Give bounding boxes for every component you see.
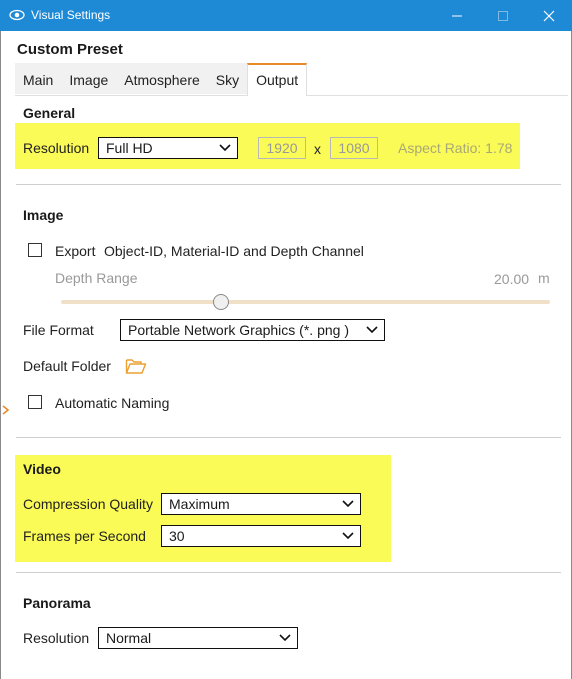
resolution-value: Full HD: [106, 140, 153, 156]
video-heading: Video: [23, 461, 61, 477]
window-title: Visual Settings: [31, 8, 111, 22]
divider: [16, 572, 561, 573]
file-format-label: File Format: [23, 322, 94, 338]
export-checkbox[interactable]: [28, 243, 42, 257]
panorama-heading: Panorama: [23, 595, 91, 611]
panorama-resolution-select[interactable]: Normal: [98, 627, 298, 649]
minimize-icon: [452, 15, 462, 16]
panorama-resolution-value: Normal: [106, 630, 152, 646]
automatic-naming-label: Automatic Naming: [55, 395, 170, 411]
export-label: Export: [55, 243, 96, 259]
chevron-right-icon[interactable]: [2, 405, 10, 415]
image-heading: Image: [23, 207, 64, 223]
file-format-value: Portable Network Graphics (*. png ): [128, 322, 349, 338]
divider: [16, 184, 561, 185]
automatic-naming-checkbox[interactable]: [28, 395, 42, 409]
eye-icon: [9, 9, 25, 21]
tab-bar: Main Image Atmosphere Sky Output: [15, 63, 568, 96]
minimize-button[interactable]: [434, 0, 480, 31]
tab-image[interactable]: Image: [61, 63, 117, 94]
chevron-down-icon: [279, 634, 291, 642]
aspect-ratio-label: Aspect Ratio: 1.78: [398, 140, 513, 156]
tab-output[interactable]: Output: [247, 63, 308, 96]
tab-atmosphere[interactable]: Atmosphere: [116, 63, 208, 94]
times-label: x: [314, 141, 321, 157]
close-button[interactable]: [526, 0, 572, 31]
general-heading: General: [23, 105, 76, 121]
tab-main[interactable]: Main: [15, 63, 62, 94]
tab-sky[interactable]: Sky: [207, 63, 248, 94]
title-bar: Visual Settings: [0, 0, 572, 31]
height-field[interactable]: 1080: [330, 137, 378, 159]
frames-per-second-value: 30: [169, 528, 185, 544]
resolution-label: Resolution: [23, 140, 90, 156]
depth-range-value: 20.00: [494, 271, 530, 287]
maximize-icon: [498, 10, 508, 21]
chevron-down-icon: [366, 326, 378, 334]
compression-quality-value: Maximum: [169, 496, 230, 512]
resolution-select[interactable]: Full HD: [98, 137, 238, 159]
chevron-down-icon: [342, 532, 354, 540]
chevron-down-icon: [219, 144, 231, 152]
folder-icon[interactable]: [125, 356, 147, 376]
depth-range-slider-thumb[interactable]: [213, 294, 229, 310]
divider: [16, 437, 561, 438]
frames-per-second-select[interactable]: 30: [161, 525, 361, 547]
panorama-resolution-label: Resolution: [23, 630, 90, 646]
compression-quality-label: Compression Quality: [23, 496, 153, 512]
compression-quality-select[interactable]: Maximum: [161, 493, 361, 515]
chevron-down-icon: [342, 500, 354, 508]
depth-range-slider-track[interactable]: [61, 300, 550, 304]
preset-title: Custom Preset: [17, 41, 123, 58]
export-description: Object-ID, Material-ID and Depth Channel: [104, 243, 364, 259]
file-format-select[interactable]: Portable Network Graphics (*. png ): [120, 319, 385, 341]
frames-per-second-label: Frames per Second: [23, 528, 146, 544]
default-folder-label: Default Folder: [23, 358, 111, 374]
close-icon: [543, 10, 555, 21]
width-field[interactable]: 1920: [258, 137, 306, 159]
maximize-button[interactable]: [480, 0, 526, 31]
depth-range-unit: m: [538, 270, 550, 286]
depth-range-label: Depth Range: [55, 270, 138, 286]
